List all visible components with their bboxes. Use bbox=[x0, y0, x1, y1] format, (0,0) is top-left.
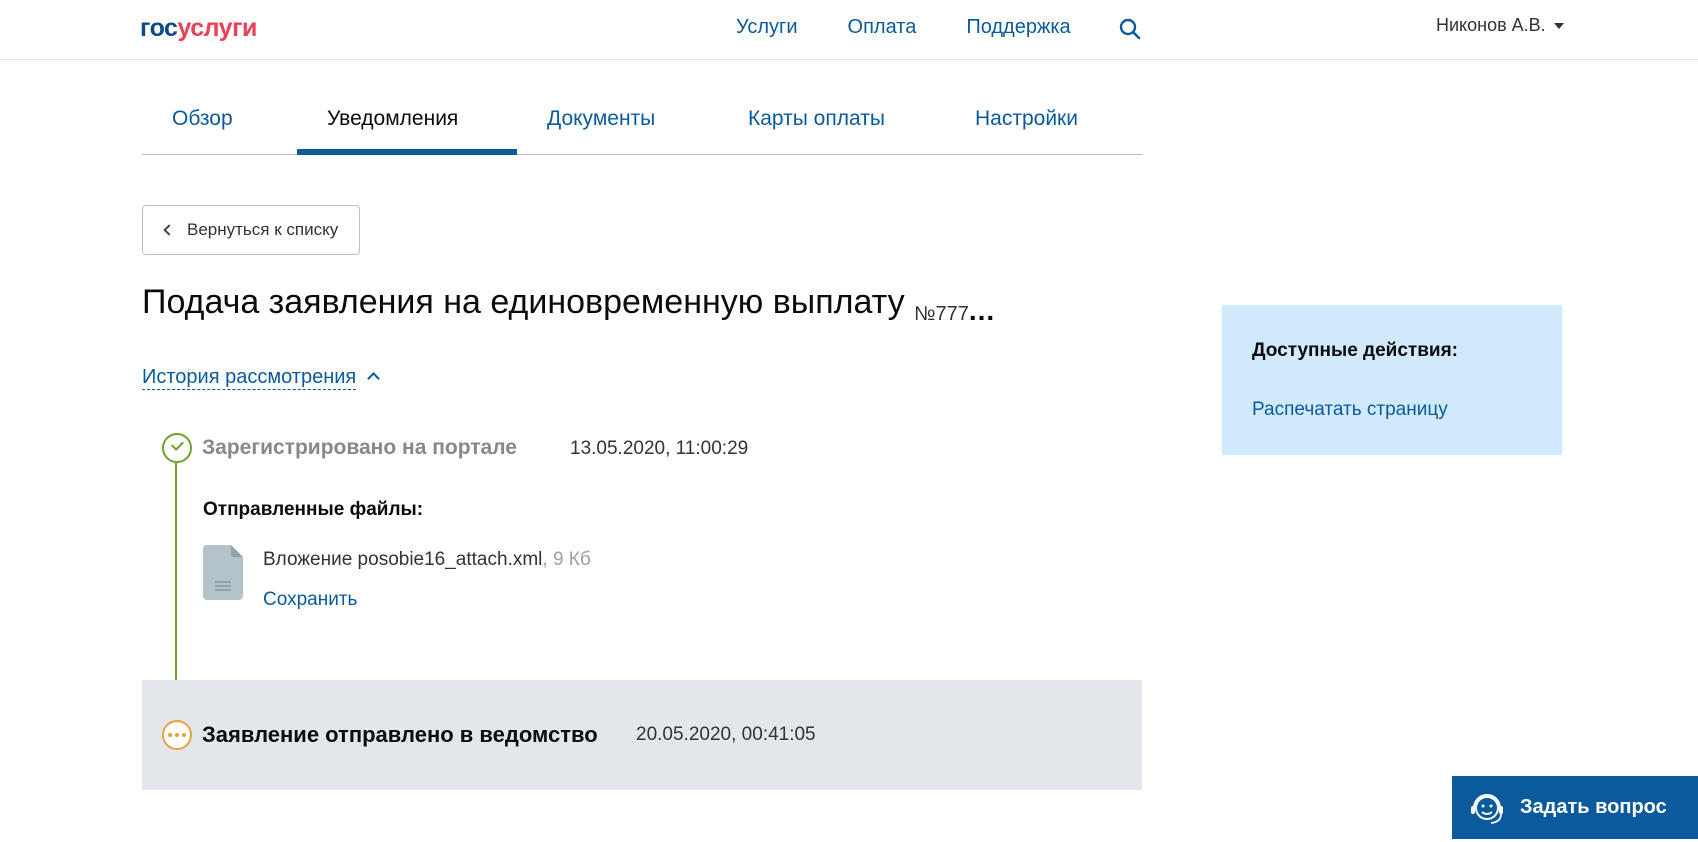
attached-file-name: Вложение posobie16_attach.xml, 9 Кб bbox=[263, 549, 591, 571]
history-toggle-link[interactable]: История рассмотрения bbox=[142, 366, 357, 390]
user-name: Никонов А.В. bbox=[1436, 15, 1546, 35]
back-button-label: Вернуться к списку bbox=[187, 220, 339, 239]
tab-settings[interactable]: Настройки bbox=[975, 107, 1078, 131]
tab-notifications[interactable]: Уведомления bbox=[327, 107, 458, 131]
sent-files-label: Отправленные файлы: bbox=[203, 499, 424, 520]
account-tabs: Обзор Уведомления Документы Карты оплаты… bbox=[142, 95, 1142, 155]
step-title-registered: Зарегистрировано на портале bbox=[202, 436, 517, 459]
back-to-list-button[interactable]: Вернуться к списку bbox=[142, 205, 360, 255]
search-icon[interactable] bbox=[1118, 17, 1142, 41]
check-circle-icon bbox=[162, 433, 192, 463]
ask-question-button[interactable]: Задать вопрос bbox=[1452, 776, 1698, 839]
nav-support[interactable]: Поддержка bbox=[966, 16, 1070, 39]
page-title: Подача заявления на единовременную выпла… bbox=[142, 283, 905, 321]
gosuslugi-logo[interactable]: госуслуги bbox=[140, 14, 257, 43]
request-number-more[interactable]: ... bbox=[969, 295, 995, 326]
nav-payment[interactable]: Оплата bbox=[848, 16, 917, 39]
site-header: госуслуги Услуги Оплата Поддержка Никоно… bbox=[0, 0, 1698, 60]
nav-services[interactable]: Услуги bbox=[736, 16, 798, 39]
document-file-icon bbox=[203, 545, 243, 600]
pending-dots-icon bbox=[162, 720, 192, 750]
top-navigation: Услуги Оплата Поддержка bbox=[736, 16, 1121, 39]
chevron-up-icon[interactable] bbox=[367, 372, 380, 385]
logo-part-uslugi: услуги bbox=[177, 14, 257, 42]
ask-question-label: Задать вопрос bbox=[1520, 796, 1667, 818]
chevron-left-icon bbox=[163, 224, 175, 236]
step-title-sent-to-agency: Заявление отправлено в ведомство bbox=[202, 722, 598, 747]
caret-down-icon bbox=[1553, 22, 1564, 29]
request-number-value: №777 bbox=[914, 303, 969, 325]
file-size: , 9 Кб bbox=[542, 549, 591, 570]
save-file-link[interactable]: Сохранить bbox=[263, 589, 357, 611]
tab-documents[interactable]: Документы bbox=[547, 107, 655, 131]
tab-overview[interactable]: Обзор bbox=[172, 107, 233, 131]
step-time-sent-to-agency: 20.05.2020, 00:41:05 bbox=[636, 724, 816, 745]
active-tab-indicator bbox=[297, 149, 517, 155]
tab-payment-cards[interactable]: Карты оплаты bbox=[748, 107, 885, 131]
support-headset-icon bbox=[1471, 793, 1503, 824]
logo-part-gos: гос bbox=[140, 14, 178, 42]
available-actions-title: Доступные действия: bbox=[1252, 340, 1459, 361]
available-actions-panel: Доступные действия: Распечатать страницу bbox=[1222, 305, 1562, 455]
user-menu[interactable]: Никонов А.В. bbox=[1436, 15, 1564, 36]
file-name-text: Вложение posobie16_attach.xml bbox=[263, 549, 543, 570]
step-time-registered: 13.05.2020, 11:00:29 bbox=[570, 438, 749, 459]
print-page-link[interactable]: Распечатать страницу bbox=[1252, 399, 1448, 421]
request-number: №777... bbox=[914, 295, 995, 327]
